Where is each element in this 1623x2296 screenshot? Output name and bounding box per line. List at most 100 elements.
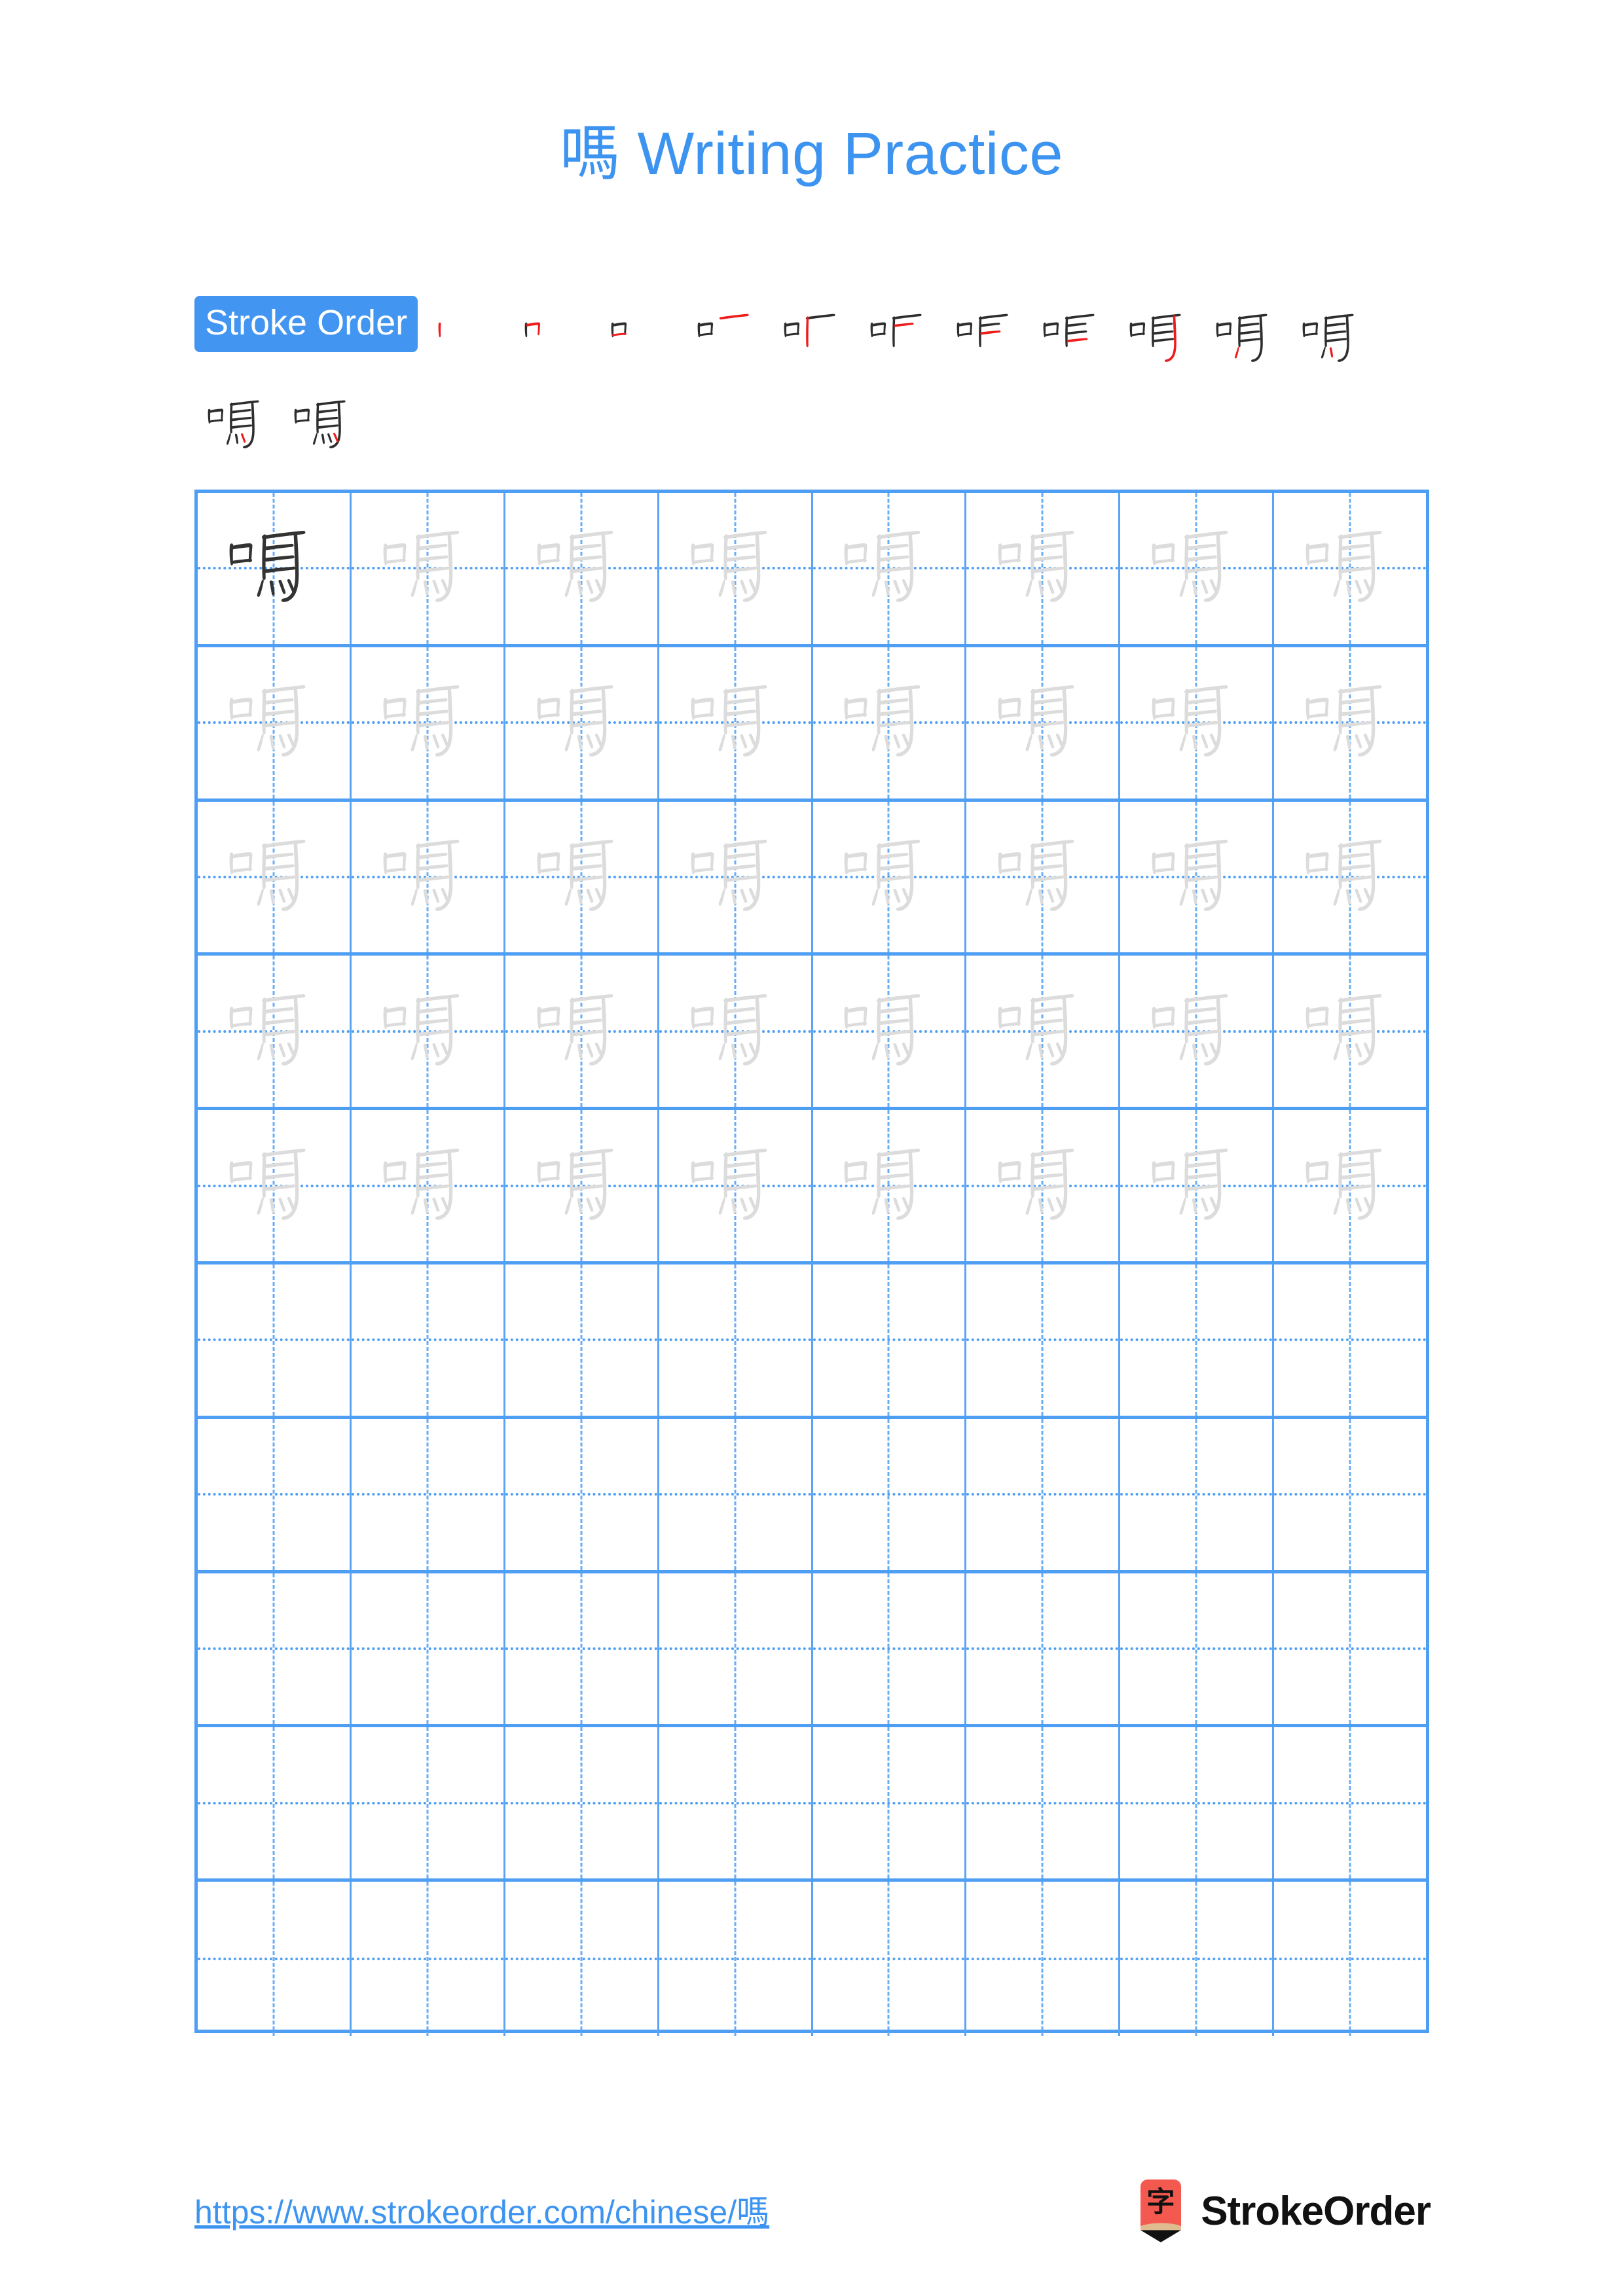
pencil-logo-icon: 字	[1135, 2179, 1186, 2242]
practice-cell-r1-c6[interactable]	[966, 493, 1121, 644]
practice-cell-r8-c1[interactable]	[198, 1573, 352, 1725]
practice-cell-r2-c8[interactable]	[1274, 647, 1426, 798]
practice-cell-r8-c7[interactable]	[1120, 1573, 1275, 1725]
practice-cell-r5-c7[interactable]	[1120, 1110, 1275, 1261]
practice-row	[198, 956, 1426, 1111]
practice-cell-r4-c8[interactable]	[1274, 956, 1426, 1107]
practice-cell-r6-c7[interactable]	[1120, 1264, 1275, 1416]
practice-row	[198, 1110, 1426, 1265]
stroke-step-6	[857, 296, 943, 382]
svg-text:字: 字	[1147, 2186, 1175, 2219]
practice-row	[198, 647, 1426, 802]
practice-cell-r5-c3[interactable]	[505, 1110, 659, 1261]
practice-cell-r9-c5[interactable]	[813, 1727, 967, 1879]
practice-cell-r3-c3[interactable]	[505, 801, 659, 953]
practice-cell-r7-c7[interactable]	[1120, 1418, 1275, 1570]
stroke-order-badge: Stroke Order	[194, 296, 418, 352]
practice-cell-r2-c3[interactable]	[505, 647, 659, 798]
practice-cell-r4-c6[interactable]	[966, 956, 1121, 1107]
practice-cell-r2-c7[interactable]	[1120, 647, 1275, 798]
practice-cell-r2-c5[interactable]	[813, 647, 967, 798]
practice-cell-r4-c3[interactable]	[505, 956, 659, 1107]
practice-cell-r6-c1[interactable]	[198, 1264, 352, 1416]
stroke-step-2	[511, 296, 598, 382]
practice-cell-r7-c8[interactable]	[1274, 1419, 1426, 1570]
practice-cell-r1-c8[interactable]	[1274, 493, 1426, 644]
practice-cell-r1-c2[interactable]	[352, 493, 505, 644]
practice-cell-r7-c6[interactable]	[966, 1418, 1121, 1570]
practice-cell-r6-c8[interactable]	[1274, 1265, 1426, 1416]
practice-cell-r9-c3[interactable]	[505, 1727, 659, 1879]
practice-cell-r3-c2[interactable]	[352, 801, 505, 953]
stroke-step-1	[425, 296, 511, 382]
practice-cell-r1-c5[interactable]	[813, 493, 967, 644]
practice-cell-r8-c4[interactable]	[659, 1573, 813, 1725]
practice-cell-r8-c2[interactable]	[352, 1573, 505, 1725]
practice-cell-r6-c4[interactable]	[659, 1264, 813, 1416]
practice-cell-r2-c6[interactable]	[966, 647, 1121, 798]
practice-cell-r9-c7[interactable]	[1120, 1727, 1275, 1879]
stroke-step-5	[771, 296, 857, 382]
practice-cell-r4-c7[interactable]	[1120, 956, 1275, 1107]
practice-cell-r8-c6[interactable]	[966, 1573, 1121, 1725]
practice-cell-r3-c4[interactable]	[659, 801, 813, 953]
practice-cell-r1-c1[interactable]	[198, 493, 352, 644]
practice-cell-r1-c4[interactable]	[659, 493, 813, 644]
practice-cell-r8-c3[interactable]	[505, 1573, 659, 1725]
practice-cell-r10-c1[interactable]	[198, 1882, 352, 2036]
practice-cell-r6-c2[interactable]	[352, 1264, 505, 1416]
stroke-order-section: Stroke Order	[194, 296, 1432, 469]
practice-cell-r10-c5[interactable]	[813, 1882, 967, 2036]
practice-cell-r4-c4[interactable]	[659, 956, 813, 1107]
practice-cell-r7-c2[interactable]	[352, 1418, 505, 1570]
practice-cell-r4-c1[interactable]	[198, 956, 352, 1107]
practice-cell-r9-c6[interactable]	[966, 1727, 1121, 1879]
practice-cell-r9-c1[interactable]	[198, 1727, 352, 1879]
practice-cell-r10-c4[interactable]	[659, 1882, 813, 2036]
practice-cell-r1-c3[interactable]	[505, 493, 659, 644]
stroke-step-11	[1289, 296, 1376, 382]
practice-cell-r10-c3[interactable]	[505, 1882, 659, 2036]
page-title: 嗎 Writing Practice	[559, 120, 1064, 187]
practice-cell-r9-c2[interactable]	[352, 1727, 505, 1879]
practice-cell-r5-c8[interactable]	[1274, 1110, 1426, 1261]
practice-cell-r9-c4[interactable]	[659, 1727, 813, 1879]
practice-cell-r2-c4[interactable]	[659, 647, 813, 798]
practice-row	[198, 1418, 1426, 1573]
practice-cell-r3-c5[interactable]	[813, 801, 967, 953]
practice-cell-r10-c8[interactable]	[1274, 1882, 1426, 2036]
practice-cell-r2-c1[interactable]	[198, 647, 352, 798]
practice-cell-r2-c2[interactable]	[352, 647, 505, 798]
practice-cell-r7-c5[interactable]	[813, 1418, 967, 1570]
practice-cell-r5-c2[interactable]	[352, 1110, 505, 1261]
footer-url-link[interactable]: https://www.strokeorder.com/chinese/嗎	[194, 2186, 769, 2233]
practice-cell-r1-c7[interactable]	[1120, 493, 1275, 644]
practice-cell-r5-c5[interactable]	[813, 1110, 967, 1261]
practice-cell-r10-c2[interactable]	[352, 1882, 505, 2036]
practice-cell-r5-c4[interactable]	[659, 1110, 813, 1261]
practice-row	[198, 1264, 1426, 1419]
practice-row	[198, 801, 1426, 956]
practice-cell-r3-c7[interactable]	[1120, 801, 1275, 953]
practice-cell-r4-c2[interactable]	[352, 956, 505, 1107]
practice-cell-r5-c1[interactable]	[198, 1110, 352, 1261]
practice-cell-r10-c7[interactable]	[1120, 1882, 1275, 2036]
brand-name-label: StrokeOrder	[1201, 2188, 1431, 2234]
practice-cell-r6-c3[interactable]	[505, 1264, 659, 1416]
practice-cell-r7-c1[interactable]	[198, 1418, 352, 1570]
practice-cell-r9-c8[interactable]	[1274, 1727, 1426, 1878]
practice-cell-r5-c6[interactable]	[966, 1110, 1121, 1261]
practice-cell-r4-c5[interactable]	[813, 956, 967, 1107]
practice-cell-r7-c3[interactable]	[505, 1418, 659, 1570]
practice-cell-r6-c6[interactable]	[966, 1264, 1121, 1416]
practice-cell-r8-c8[interactable]	[1274, 1573, 1426, 1725]
practice-cell-r7-c4[interactable]	[659, 1418, 813, 1570]
practice-cell-r8-c5[interactable]	[813, 1573, 967, 1725]
practice-cell-r6-c5[interactable]	[813, 1264, 967, 1416]
practice-cell-r3-c1[interactable]	[198, 801, 352, 953]
practice-row	[198, 1882, 1426, 2036]
practice-cell-r3-c6[interactable]	[966, 801, 1121, 953]
brand-logo: 字 StrokeOrder	[1135, 2179, 1431, 2242]
practice-cell-r10-c6[interactable]	[966, 1882, 1121, 2036]
practice-cell-r3-c8[interactable]	[1274, 802, 1426, 953]
